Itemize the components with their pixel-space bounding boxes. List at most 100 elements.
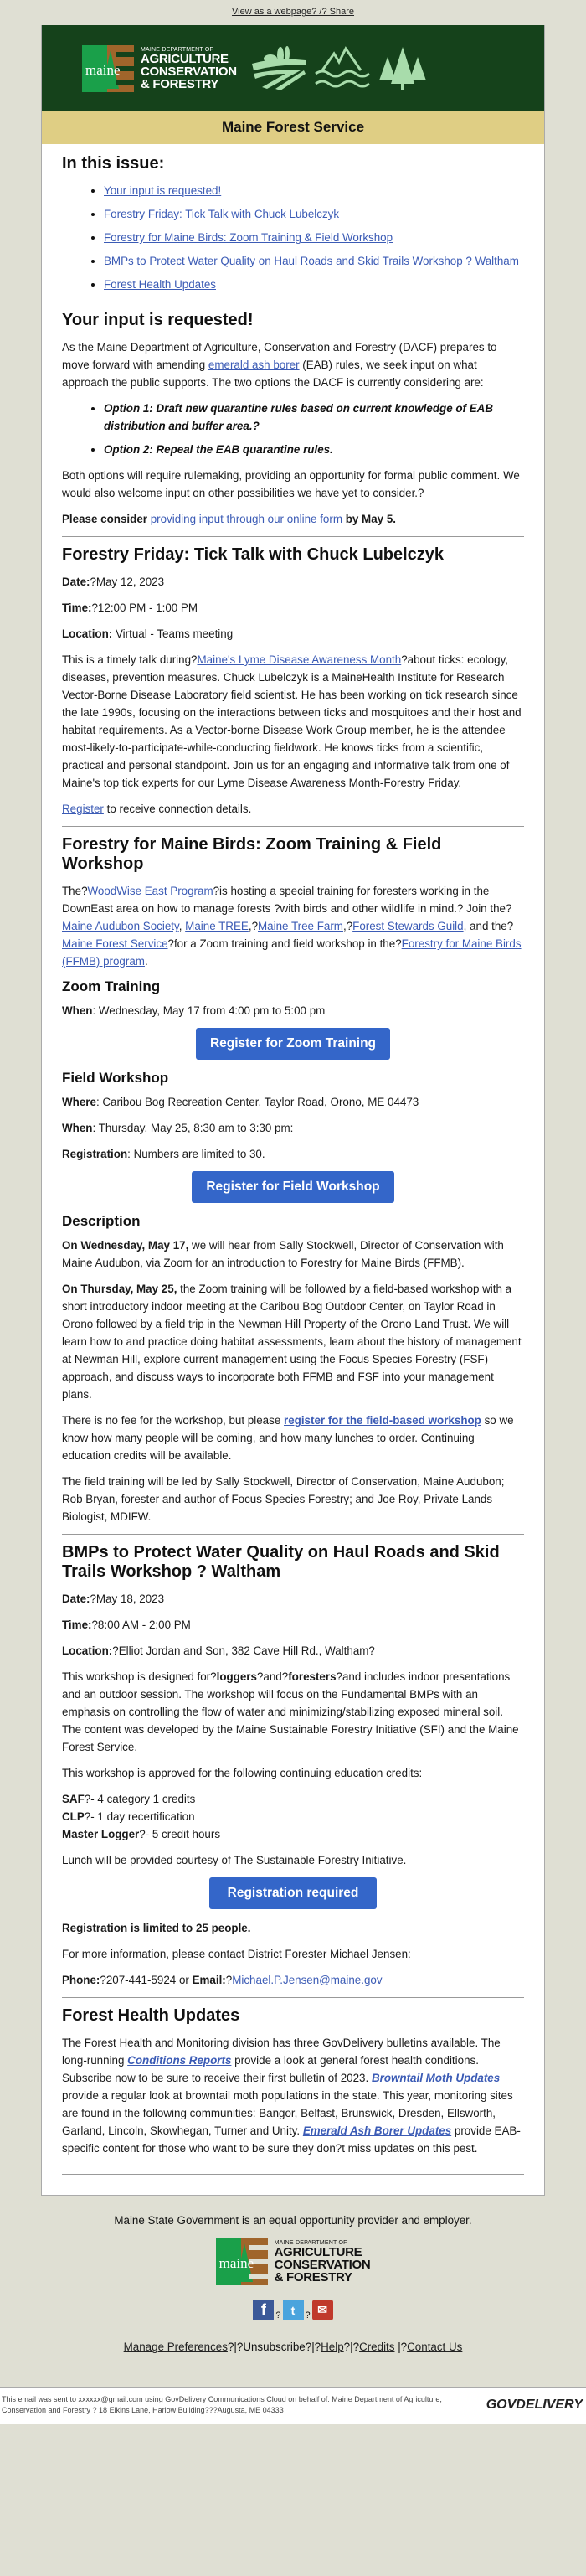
email-icon[interactable]: ✉ [311, 2300, 333, 2320]
maine-logo-mark-icon: maine [215, 2238, 268, 2285]
eab-updates-link[interactable]: Emerald Ash Borer Updates [303, 2124, 451, 2137]
toc-link-forest-health[interactable]: Forest Health Updates [104, 278, 216, 291]
toc-link-bmps[interactable]: BMPs to Protect Water Quality on Haul Ro… [104, 255, 519, 267]
input-body: Both options will require rulemaking, pr… [62, 469, 520, 499]
toc-link-input[interactable]: Your input is requested! [104, 184, 221, 197]
email-card: maine MAINE DEPARTMENT OF AGRICULTURE CO… [41, 25, 545, 2196]
toc-link-birds[interactable]: Forestry for Maine Birds: Zoom Training … [104, 231, 393, 244]
desc-wednesday: On Wednesday, May 17, we will hear from … [62, 1239, 504, 1269]
bmp-section-title: BMPs to Protect Water Quality on Haul Ro… [62, 1543, 500, 1581]
birds-intro: The?WoodWise East Program?is hosting a s… [62, 885, 522, 968]
help-link[interactable]: Help [321, 2341, 344, 2353]
banner-title: Maine Forest Service [42, 111, 544, 144]
maine-tree-link[interactable]: Maine TREE [185, 920, 249, 932]
woodwise-link[interactable]: WoodWise East Program [88, 885, 213, 897]
top-bar: View as a webpage? /? Share [0, 0, 586, 25]
online-form-link[interactable]: providing input through our online form [151, 513, 342, 525]
logo-word: maine [85, 61, 121, 78]
contact-text: For more information, please contact Dis… [62, 1948, 411, 1960]
lunch-text: Lunch will be provided courtesy of The S… [62, 1854, 407, 1866]
registration-required-button[interactable]: Registration required [208, 1877, 378, 1909]
fee-text: There is no fee for the workshop, but pl… [62, 1414, 514, 1462]
header: maine MAINE DEPARTMENT OF AGRICULTURE CO… [42, 25, 544, 111]
divider [62, 826, 524, 827]
tick-register: Register to receive connection details. [62, 803, 252, 815]
credits-intro: This workshop is approved for the follow… [62, 1767, 423, 1779]
footer: Maine State Government is an equal oppor… [0, 2196, 586, 2436]
emerald-ash-borer-link[interactable]: emerald ash borer [208, 359, 300, 371]
govdelivery-logo: GOVDELIVERY [486, 2398, 583, 2412]
footer-logo: maine MAINE DEPARTMENT OF AGRICULTURE CO… [215, 2238, 371, 2285]
email-link[interactable]: Michael.P.Jensen@maine.gov [232, 1974, 382, 1986]
twitter-icon[interactable]: t [282, 2300, 304, 2320]
manage-preferences-link[interactable]: Manage Preferences [124, 2341, 228, 2353]
desc-thursday: On Thursday, May 25, the Zoom training w… [62, 1283, 522, 1401]
facebook-icon[interactable]: f [253, 2300, 275, 2320]
field-registration: Registration: Numbers are limited to 30. [62, 1148, 265, 1160]
description-title: Description [62, 1213, 141, 1229]
govdelivery-footer: This email was sent to xxxxxx@gmail.com … [0, 2387, 586, 2424]
maine-logo-mark-icon: maine [82, 44, 134, 92]
field-when: When: Thursday, May 25, 8:30 am to 3:30 … [62, 1122, 294, 1134]
divider [62, 1997, 524, 1998]
toc-list: Your input is requested! Forestry Friday… [62, 182, 524, 293]
logo-line3: CONSERVATION [141, 64, 237, 79]
divider [62, 2174, 524, 2175]
tick-body: This is a timely talk during?Maine's Lym… [62, 653, 522, 789]
conditions-reports-link[interactable]: Conditions Reports [127, 2054, 231, 2067]
health-section-title: Forest Health Updates [62, 2006, 240, 2025]
birds-section-title: Forestry for Maine Birds: Zoom Training … [62, 835, 442, 873]
register-zoom-button[interactable]: Register for Zoom Training [195, 1028, 391, 1060]
bmp-body: This workshop is designed for?loggers?an… [62, 1670, 519, 1753]
tick-register-link[interactable]: Register [62, 803, 104, 815]
tick-time: Time:?12:00 PM - 1:00 PM [62, 601, 198, 614]
zoom-training-title: Zoom Training [62, 978, 161, 994]
stewards-guild-link[interactable]: Forest Stewards Guild [352, 920, 463, 932]
footer-links: Manage Preferences?|?Unsubscribe?|?Help?… [123, 2341, 463, 2353]
bmp-date: Date:?May 18, 2023 [62, 1593, 165, 1605]
tick-date: Date:?May 12, 2023 [62, 576, 165, 588]
limit-text: Registration is limited to 25 people. [62, 1922, 251, 1934]
bmp-location: Location:?Elliot Jordan and Son, 382 Cav… [62, 1644, 375, 1657]
tick-location: Location: Virtual - Teams meeting [62, 627, 234, 640]
option-1: Option 1: Draft new quarantine rules bas… [104, 400, 524, 435]
sent-to-text: This email was sent to xxxxxx@gmail.com … [2, 2395, 442, 2414]
bmp-time: Time:?8:00 AM - 2:00 PM [62, 1618, 191, 1631]
lyme-month-link[interactable]: Maine's Lyme Disease Awareness Month [198, 653, 402, 666]
toc-link-tick-talk[interactable]: Forestry Friday: Tick Talk with Chuck Lu… [104, 208, 339, 220]
dacf-logo: maine MAINE DEPARTMENT OF AGRICULTURE CO… [82, 44, 237, 92]
mountain-water-icon [314, 45, 370, 87]
social-links: f ? t ? ✉ [0, 2300, 586, 2320]
divider [62, 1534, 524, 1535]
contact-details: Phone:?207-441-5924 or Email:?Michael.P.… [62, 1974, 383, 1986]
register-field-link[interactable]: register for the field-based workshop [284, 1414, 481, 1427]
tick-section-title: Forestry Friday: Tick Talk with Chuck Lu… [62, 545, 445, 564]
contact-us-link[interactable]: Contact Us [407, 2341, 462, 2353]
field-where: Where: Caribou Bog Recreation Center, Ta… [62, 1096, 419, 1108]
field-workshop-title: Field Workshop [62, 1070, 169, 1086]
toc-title: In this issue: [62, 154, 165, 173]
zoom-when: When: Wednesday, May 17 from 4:00 pm to … [62, 1004, 326, 1017]
logo-line4: & FORESTRY [141, 76, 219, 91]
register-field-button[interactable]: Register for Field Workshop [192, 1171, 394, 1203]
forest-service-link[interactable]: Maine Forest Service [62, 937, 168, 950]
input-intro: As the Maine Department of Agriculture, … [62, 341, 497, 389]
option-2: Option 2: Repeal the EAB quarantine rule… [104, 441, 524, 458]
equal-opportunity-text: Maine State Government is an equal oppor… [114, 2214, 472, 2227]
pine-trees-icon [378, 46, 426, 90]
tree-farm-link[interactable]: Maine Tree Farm [258, 920, 343, 932]
credits-link[interactable]: Credits [359, 2341, 394, 2353]
view-as-webpage-link[interactable]: View as a webpage? /? Share [232, 7, 354, 17]
divider [62, 536, 524, 537]
options-list: Option 1: Draft new quarantine rules bas… [62, 400, 524, 458]
unsubscribe-link[interactable]: Unsubscribe [243, 2341, 305, 2353]
health-body: The Forest Health and Monitoring divisio… [62, 2037, 521, 2155]
leaders-text: The field training will be led by Sally … [62, 1475, 505, 1523]
logo-line2: AGRICULTURE [141, 51, 229, 66]
credits-list: SAF?- 4 category 1 credits CLP?- 1 day r… [62, 1793, 221, 1840]
farm-fields-icon [251, 45, 306, 90]
input-cta: Please consider providing input through … [62, 513, 396, 525]
audubon-link[interactable]: Maine Audubon Society [62, 920, 179, 932]
browntail-link[interactable]: Browntail Moth Updates [372, 2072, 500, 2084]
input-section-title: Your input is requested! [62, 311, 254, 329]
